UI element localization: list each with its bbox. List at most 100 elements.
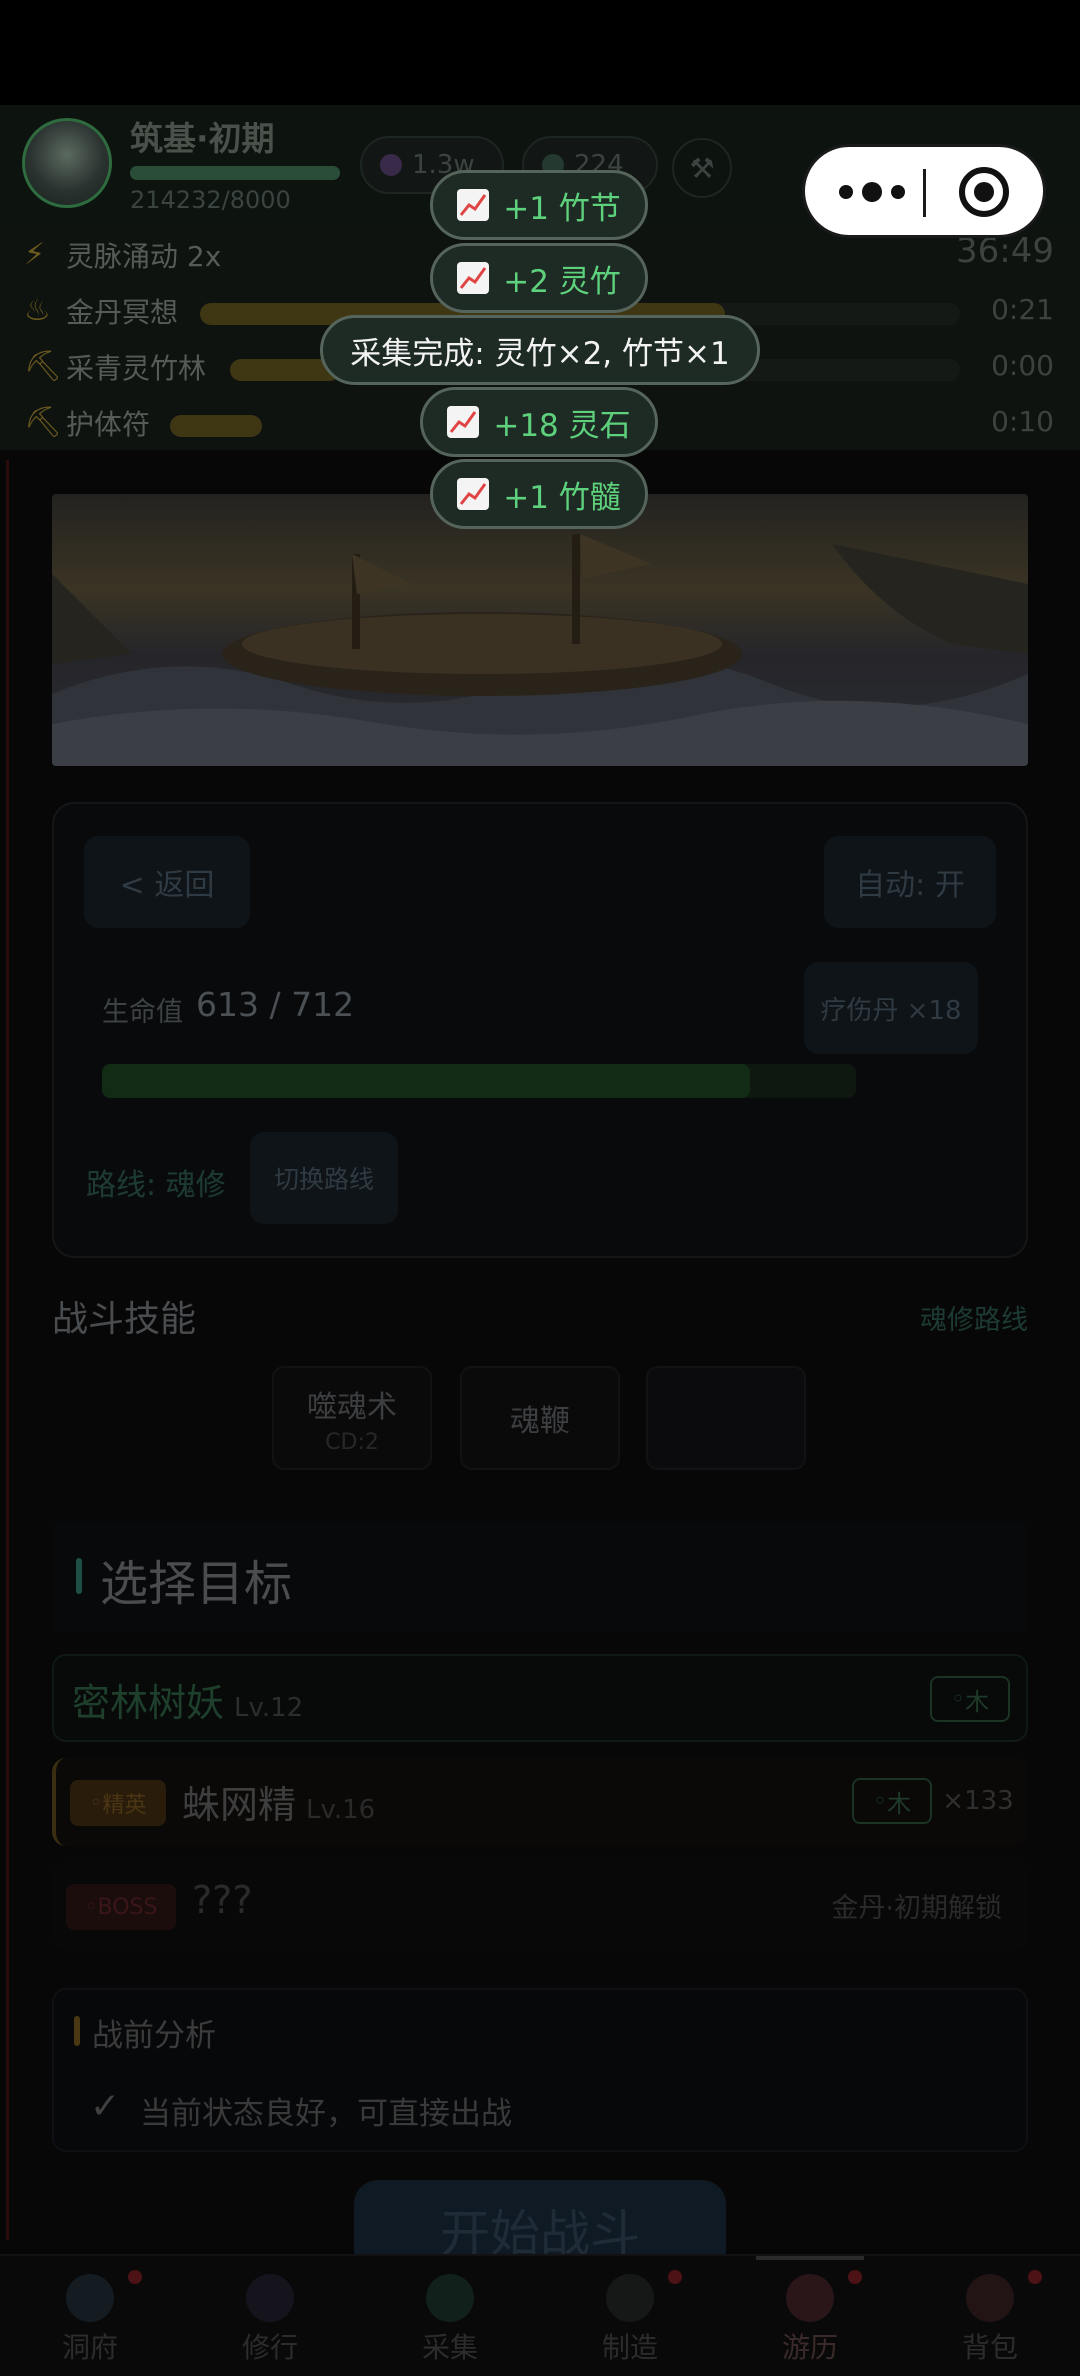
reward-toast: +1 竹髓 (430, 459, 648, 529)
close-miniprogram-icon[interactable] (959, 167, 1009, 217)
buff-time: 0:21 (991, 293, 1054, 326)
notification-dot (848, 2270, 862, 2284)
wrench-icon[interactable]: ⚒ (672, 138, 732, 198)
toast-text: +1 竹节 (503, 190, 621, 227)
back-button[interactable]: < 返回 (84, 836, 250, 928)
target-count: ×133 (942, 1786, 1014, 1816)
element-text: 木 (887, 1789, 912, 1818)
element-badge: ◦ 木 (930, 1676, 1010, 1722)
toast-text: +18 灵石 (493, 407, 631, 444)
analysis-text: 当前状态良好，可直接出战 (140, 2096, 512, 2132)
skill-slot-empty[interactable] (646, 1366, 806, 1470)
elite-badge: ◦ 精英 (70, 1780, 166, 1826)
skills-title: 战斗技能 (52, 1299, 197, 1340)
avatar[interactable] (22, 118, 112, 208)
analysis-title: 战前分析 (92, 2018, 216, 2054)
bag-icon (966, 2274, 1014, 2322)
target-level: Lv.12 (234, 1693, 304, 1723)
target-level: Lv.16 (306, 1795, 376, 1825)
buff-name: 采青灵竹林 (66, 352, 207, 385)
skill-slot[interactable]: 魂鞭 (460, 1366, 620, 1470)
target-name-wrap: 蛛网精 Lv.16 (182, 1774, 375, 1829)
lightning-icon: ⚡ (24, 237, 46, 272)
notification-dot (128, 2270, 142, 2284)
spirit-gem-icon (380, 154, 402, 176)
section-accent (76, 1558, 82, 1594)
target-row-elite[interactable]: ◦ 精英 蛛网精 Lv.16 ◦ 木 ×133 (52, 1758, 1028, 1846)
exp-bar-fill (130, 166, 340, 180)
check-icon: ✓ (90, 2086, 121, 2127)
switch-route-button[interactable]: 切换路线 (250, 1132, 398, 1224)
furnace-icon (606, 2274, 654, 2322)
status-bar (0, 0, 1080, 105)
herb-icon (426, 2274, 474, 2322)
route-label: 路线: 魂修 (86, 1168, 226, 1203)
tab-gather[interactable]: 采集 (360, 2254, 540, 2376)
tab-cultivation[interactable]: 修行 (180, 2254, 360, 2376)
boss-badge: ◦ BOSS (66, 1884, 176, 1930)
target-name: 蛛网精 (182, 1783, 297, 1827)
tab-label: 背包 (961, 2331, 1018, 2364)
skill-cooldown: CD:2 (325, 1429, 379, 1455)
toast-text: +1 竹髓 (503, 479, 621, 516)
meditation-icon (246, 2274, 294, 2322)
tab-dongfu[interactable]: 洞府 (0, 2254, 180, 2376)
target-name: ??? (192, 1878, 253, 1922)
pickaxe-icon: ⛏ (24, 349, 63, 384)
target-section-title: 选择目标 (100, 1556, 293, 1612)
buff-name: 护体符 (66, 408, 151, 441)
skill-slot[interactable]: 噬魂术 CD:2 (272, 1366, 432, 1470)
tab-label: 修行 (241, 2331, 298, 2364)
target-name: 密林树妖 (72, 1681, 225, 1725)
pre-battle-analysis: 战前分析 ✓ 当前状态良好，可直接出战 (52, 1988, 1028, 2152)
tab-label: 制造 (601, 2331, 658, 2364)
element-badge: ◦ 木 (852, 1778, 932, 1824)
chart-increasing-icon (447, 406, 480, 438)
target-row[interactable]: 密林树妖 Lv.12 ◦ 木 (52, 1654, 1028, 1742)
hp-bar-fill (102, 1064, 750, 1098)
chart-increasing-icon (457, 478, 490, 510)
miniprogram-capsule (802, 144, 1046, 238)
section-accent (74, 2016, 80, 2046)
skill-name: 魂鞭 (510, 1404, 570, 1439)
skill-name: 噬魂术 (307, 1389, 397, 1425)
target-row-boss-locked: ◦ BOSS ??? 金丹·初期解锁 (52, 1862, 1028, 1950)
hp-value: 613 / 712 (196, 985, 355, 1024)
target-section-header: 选择目标 (52, 1522, 1028, 1632)
toast-text: 采集完成: 灵竹×2, 竹节×1 (350, 335, 730, 372)
toast-text: +2 灵竹 (503, 263, 621, 300)
tab-travel[interactable]: 游历 (720, 2254, 900, 2376)
auto-toggle-button[interactable]: 自动: 开 (824, 836, 996, 928)
capsule-divider (923, 169, 926, 217)
realm-title: 筑基·初期 (130, 119, 275, 158)
skills-route-link[interactable]: 魂修路线 (920, 1298, 1028, 1337)
chart-increasing-icon (457, 189, 490, 221)
scene-illustration (52, 494, 1028, 766)
reward-toast: +18 灵石 (420, 387, 658, 457)
cave-icon (66, 2274, 114, 2322)
reward-toast: +2 灵竹 (430, 243, 648, 313)
potion-button[interactable]: 疗伤丹 ×18 (804, 962, 978, 1054)
tab-label: 洞府 (61, 2331, 118, 2364)
element-text: 木 (965, 1687, 990, 1716)
buff-name: 金丹冥想 (66, 296, 179, 329)
meditation-icon: ♨ (24, 293, 51, 328)
exp-text: 214232/8000 (130, 186, 291, 214)
hp-label: 生命值 (102, 997, 183, 1028)
tab-craft[interactable]: 制造 (540, 2254, 720, 2376)
target-name-wrap: 密林树妖 Lv.12 (72, 1672, 303, 1727)
reward-toast: +1 竹节 (430, 170, 648, 240)
crossed-swords-icon (786, 2274, 834, 2322)
elite-text: 精英 (102, 1793, 147, 1818)
edge-decoration (6, 460, 9, 2240)
buff-time: 0:00 (991, 349, 1054, 382)
tab-label: 采集 (421, 2331, 478, 2364)
notification-dot (1028, 2270, 1042, 2284)
more-options-icon[interactable] (839, 173, 905, 211)
unlock-hint: 金丹·初期解锁 (831, 1892, 1002, 1924)
chart-increasing-icon (457, 262, 490, 294)
tab-bag[interactable]: 背包 (900, 2254, 1080, 2376)
buff-name: 灵脉涌动 2x (66, 240, 222, 273)
pickaxe-icon: ⛏ (24, 405, 63, 440)
buff-time: 0:10 (991, 405, 1054, 438)
